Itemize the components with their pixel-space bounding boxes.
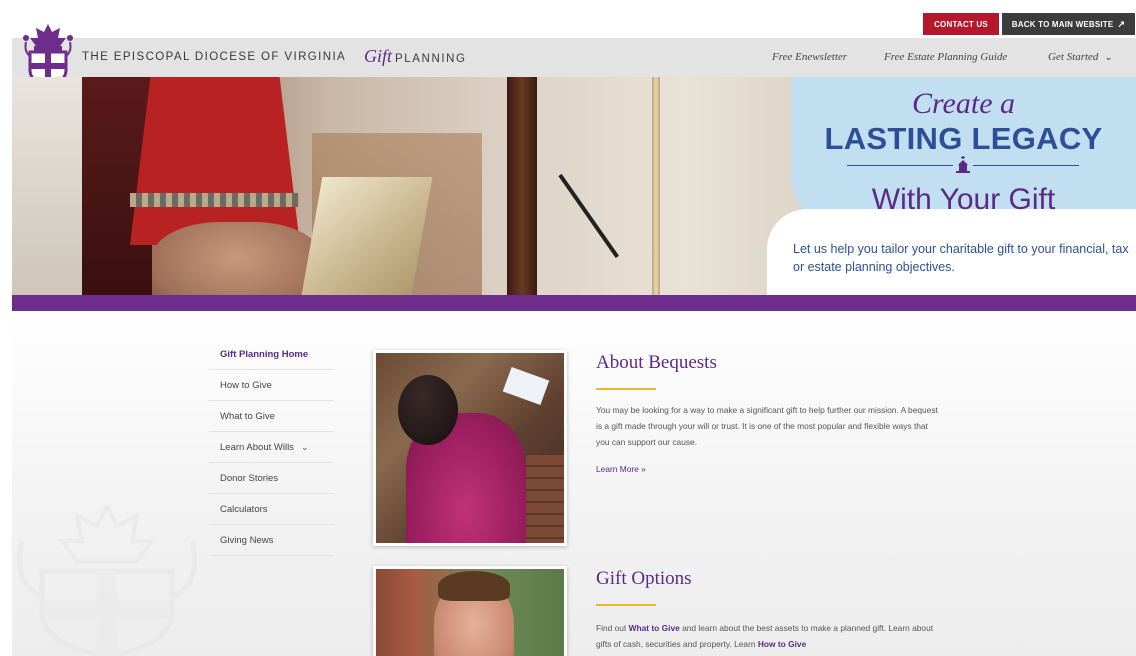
- bequests-photo-brick: [526, 453, 564, 543]
- sidebar-nav: Gift Planning Home How to Give What to G…: [209, 339, 334, 556]
- hero-line-create: Create a: [911, 87, 1016, 120]
- card-rule: [596, 388, 656, 390]
- card-text-gift-options: Find out What to Give and learn about th…: [596, 620, 941, 652]
- sidebar-item-what-to-give[interactable]: What to Give: [209, 401, 334, 432]
- back-to-main-website-label: BACK TO MAIN WEBSITE: [1011, 19, 1114, 29]
- sidebar-item-label: Giving News: [220, 534, 274, 546]
- sidebar-item-label: Donor Stories: [220, 472, 279, 484]
- hero-photo-mitre: [130, 77, 300, 245]
- content-area: [12, 311, 1136, 656]
- nav-get-started[interactable]: Get Started ⌄: [1048, 51, 1113, 63]
- back-to-main-website-button[interactable]: BACK TO MAIN WEBSITE ↗: [1002, 13, 1135, 35]
- hero-photo-pole: [507, 77, 537, 295]
- seal-watermark-icon: [16, 501, 198, 656]
- external-arrow-icon: ↗: [1117, 18, 1126, 29]
- contact-us-button[interactable]: CONTACT US: [923, 13, 999, 35]
- brand-planning: PLANNING: [395, 53, 467, 65]
- sidebar-item-learn-about-wills[interactable]: Learn About Wills ⌄: [209, 432, 334, 463]
- learn-more-link[interactable]: Learn More »: [596, 464, 646, 474]
- card-rule: [596, 604, 656, 606]
- sidebar-item-how-to-give[interactable]: How to Give: [209, 370, 334, 401]
- bequests-photo-paper: [502, 366, 550, 406]
- card-text-about-bequests: You may be looking for a way to make a s…: [596, 405, 938, 447]
- hero-photo-stand: [652, 77, 660, 295]
- sidebar-item-label: Learn About Wills: [220, 441, 294, 453]
- chevron-down-icon: ⌄: [1104, 51, 1113, 63]
- hero-description: Let us help you tailor your charitable g…: [793, 242, 1129, 274]
- hero-photo-mitre-band: [130, 193, 300, 207]
- what-to-give-link[interactable]: What to Give: [629, 623, 680, 633]
- chevron-down-icon[interactable]: ⌄: [301, 442, 309, 453]
- gift-planning-brand[interactable]: Gift PLANNING: [364, 46, 467, 67]
- nav-free-enewsletter[interactable]: Free Enewsletter: [772, 51, 847, 63]
- sidebar-item-label: What to Give: [220, 410, 275, 422]
- hero-photo-microphone: [558, 173, 619, 259]
- hero-banner: Create a LASTING LEGACY With Your Gift L…: [12, 77, 1136, 295]
- site-header: THE EPISCOPAL DIOCESE OF VIRGINIA Gift P…: [12, 38, 1136, 77]
- hero-line-with-your-gift: With Your Gift: [871, 183, 1056, 216]
- purple-divider-bar: [12, 295, 1136, 311]
- church-icon: [953, 156, 973, 174]
- gift-options-photo: [373, 566, 567, 656]
- bequests-photo-head: [398, 375, 458, 445]
- card-text-part: Find out: [596, 623, 629, 633]
- bequests-photo: [373, 350, 567, 546]
- hero-message-panel: Create a LASTING LEGACY With Your Gift L…: [767, 77, 1136, 295]
- sidebar-item-label: Gift Planning Home: [220, 348, 309, 360]
- hero-photo-face: [152, 222, 322, 295]
- brand-gift: Gift: [364, 46, 393, 66]
- sidebar-item-label: How to Give: [220, 379, 272, 391]
- sidebar-item-gift-planning-home[interactable]: Gift Planning Home: [209, 339, 334, 370]
- sidebar-item-label: Calculators: [220, 503, 268, 515]
- utility-bar: CONTACT US BACK TO MAIN WEBSITE ↗: [0, 0, 1136, 38]
- sidebar-item-giving-news[interactable]: Giving News: [209, 525, 334, 556]
- how-to-give-link[interactable]: How to Give: [758, 639, 806, 649]
- gift-options-photo-hair: [438, 571, 510, 601]
- contact-us-label: CONTACT US: [934, 19, 988, 29]
- hero-photo-book: [301, 177, 433, 295]
- org-name: THE EPISCOPAL DIOCESE OF VIRGINIA: [82, 51, 347, 63]
- card-title-gift-options: Gift Options: [596, 568, 692, 589]
- sidebar-item-donor-stories[interactable]: Donor Stories: [209, 463, 334, 494]
- nav-get-started-label: Get Started: [1048, 51, 1099, 63]
- hero-line-lasting-legacy: LASTING LEGACY: [824, 121, 1103, 156]
- nav-free-estate-planning-guide[interactable]: Free Estate Planning Guide: [884, 51, 1007, 63]
- sidebar-item-calculators[interactable]: Calculators: [209, 494, 334, 525]
- card-title-about-bequests: About Bequests: [596, 352, 717, 373]
